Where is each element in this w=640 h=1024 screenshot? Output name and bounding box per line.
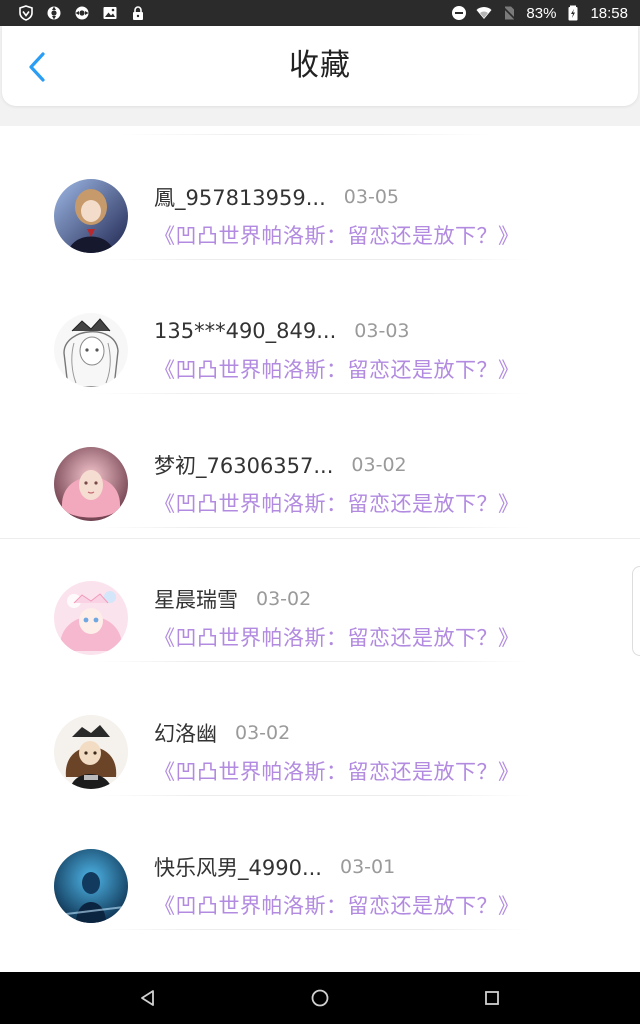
clock: 18:58 (590, 4, 628, 22)
name-row: 快乐风男_4990... 03-01 (154, 852, 395, 882)
favorite-date: 03-02 (235, 722, 291, 744)
battery-icon (565, 5, 581, 21)
work-title-link[interactable]: 《凹凸世界帕洛斯：留恋还是放下？》 (154, 488, 520, 518)
name-row: 鳳_957813959... 03-05 (154, 182, 399, 212)
nav-recents-button[interactable] (480, 986, 504, 1010)
name-row: 梦初_76306357... 03-02 (154, 450, 407, 480)
name-row: 幻洛幽 03-02 (154, 718, 290, 748)
list-item[interactable]: 快乐风男_4990... 03-01 《凹凸世界帕洛斯：留恋还是放下？》 (0, 796, 640, 930)
list-item[interactable]: 135***490_849... 03-03 《凹凸世界帕洛斯：留恋还是放下？》 (0, 260, 640, 394)
system-nav-bar (0, 972, 640, 1024)
dnd-icon (451, 5, 467, 21)
favorite-date: 03-03 (354, 320, 410, 342)
home-circle-icon (311, 989, 329, 1007)
avatar[interactable] (54, 313, 128, 387)
nav-back-button[interactable] (136, 986, 160, 1010)
header-bar: 收藏 (2, 26, 638, 106)
battery-percent: 83% (526, 4, 557, 22)
page-title: 收藏 (289, 48, 351, 83)
avatar[interactable] (54, 849, 128, 923)
status-bar: 83% 18:58 (0, 0, 640, 26)
user-name: 135***490_849... (154, 319, 337, 343)
name-row: 135***490_849... 03-03 (154, 316, 410, 346)
work-title-link[interactable]: 《凹凸世界帕洛斯：留恋还是放下？》 (154, 622, 520, 652)
work-title-link[interactable]: 《凹凸世界帕洛斯：留恋还是放下？》 (154, 756, 520, 786)
favorite-date: 03-02 (351, 454, 407, 476)
avatar[interactable] (54, 581, 128, 655)
list-item[interactable]: 幻洛幽 03-02 《凹凸世界帕洛斯：留恋还是放下？》 (0, 662, 640, 796)
work-title-link[interactable]: 《凹凸世界帕洛斯：留恋还是放下？》 (154, 354, 520, 384)
favorite-date: 03-02 (256, 588, 312, 610)
list-item[interactable]: 鳳_957813959... 03-05 《凹凸世界帕洛斯：留恋还是放下？》 (0, 126, 640, 260)
list-item[interactable]: 梦初_76306357... 03-02 《凹凸世界帕洛斯：留恋还是放下？》 (0, 394, 640, 528)
status-system-icons: 83% 18:58 (451, 5, 628, 22)
favorite-date: 03-05 (343, 186, 399, 208)
avatar[interactable] (54, 179, 128, 253)
favorites-list[interactable]: 鳳_957813959... 03-05 《凹凸世界帕洛斯：留恋还是放下？》 1… (0, 126, 640, 972)
lock-icon (130, 5, 146, 21)
user-name: 快乐风男_4990... (154, 856, 322, 880)
back-triangle-icon (141, 990, 154, 1006)
image-icon (102, 5, 118, 21)
no-sim-icon (501, 5, 517, 21)
header-area: 收藏 (0, 26, 640, 126)
sync-icon (46, 5, 62, 21)
work-title-link[interactable]: 《凹凸世界帕洛斯：留恋还是放下？》 (154, 220, 520, 250)
user-name: 鳳_957813959... (154, 186, 326, 210)
favorite-date: 03-01 (339, 856, 396, 878)
avatar[interactable] (54, 447, 128, 521)
section-divider (0, 538, 640, 539)
user-name: 星晨瑞雪 (154, 588, 238, 612)
status-notification-icons (18, 5, 146, 21)
shield-icon (18, 5, 34, 21)
divider (96, 929, 530, 930)
side-drawer-handle[interactable] (632, 566, 640, 656)
sync-icon (74, 5, 90, 21)
user-name: 幻洛幽 (154, 722, 217, 746)
work-title-link[interactable]: 《凹凸世界帕洛斯：留恋还是放下？》 (154, 890, 520, 920)
user-name: 梦初_76306357... (154, 454, 334, 478)
list-item[interactable]: 星晨瑞雪 03-02 《凹凸世界帕洛斯：留恋还是放下？》 (0, 528, 640, 662)
nav-home-button[interactable] (308, 986, 332, 1010)
avatar[interactable] (54, 715, 128, 789)
wifi-icon (476, 5, 492, 21)
name-row: 星晨瑞雪 03-02 (154, 584, 311, 614)
recents-square-icon (485, 991, 499, 1005)
